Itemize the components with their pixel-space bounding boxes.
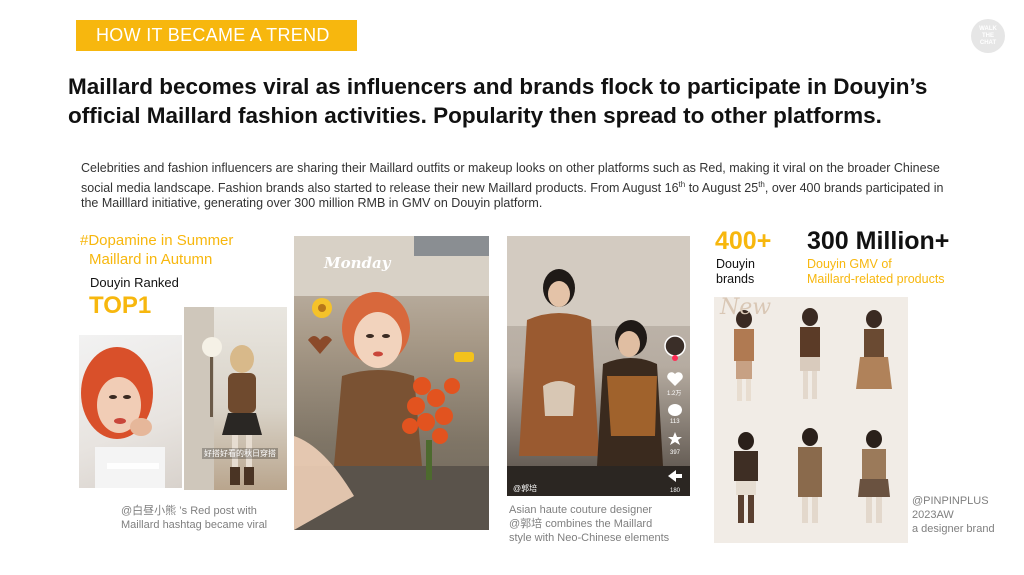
gmv-stat-label: Douyin GMV of Maillard-related products [807, 257, 945, 286]
shares-count: 180 [670, 488, 681, 494]
section-tag: HOW IT BECAME A TREND [76, 20, 357, 51]
left-caption: @白昼小熊 ’s Red post with Maillard hashtag b… [121, 505, 268, 531]
photo-overlay-text: 好搭好看的秋日穿搭 [202, 448, 278, 459]
ranked-label: Douyin Ranked [90, 275, 179, 290]
walk-the-chat-logo: WALK THE CHAT [971, 19, 1005, 53]
brands-stat-value: 400+ [715, 227, 772, 255]
center-caption: Asian haute couture designer @郭培 combines… [509, 504, 670, 544]
hashtag-title: #Dopamine in Summer Maillard in Autumn [80, 232, 234, 268]
right-caption: @PINPINPLUS 2023AW a designer brand [912, 495, 995, 535]
monday-selfie-photo: Monday [294, 236, 489, 530]
video-handle: @郭培 [513, 484, 538, 493]
likes-count: 1.2万 [667, 391, 682, 397]
intro-paragraph: Celebrities and fashion influencers are … [81, 161, 944, 211]
designer-video-screenshot: 1.2万 113 397 180 @郭培 [507, 236, 690, 496]
slide-headline: Maillard becomes viral as influencers an… [68, 74, 928, 128]
comments-count: 113 [670, 419, 680, 425]
brands-stat-label: Douyin brands [716, 257, 755, 286]
stars-count: 397 [670, 450, 681, 456]
influencer-makeup-photo [79, 335, 182, 488]
gmv-stat-value: 300 Million+ [807, 227, 950, 255]
brand-lookbook-photo: New [714, 297, 908, 543]
monday-label: Monday [324, 254, 391, 272]
lookbook-label: New [720, 297, 772, 320]
outfit-mirror-photo: 好搭好看的秋日穿搭 [184, 307, 287, 490]
ranked-value: TOP1 [89, 292, 152, 319]
